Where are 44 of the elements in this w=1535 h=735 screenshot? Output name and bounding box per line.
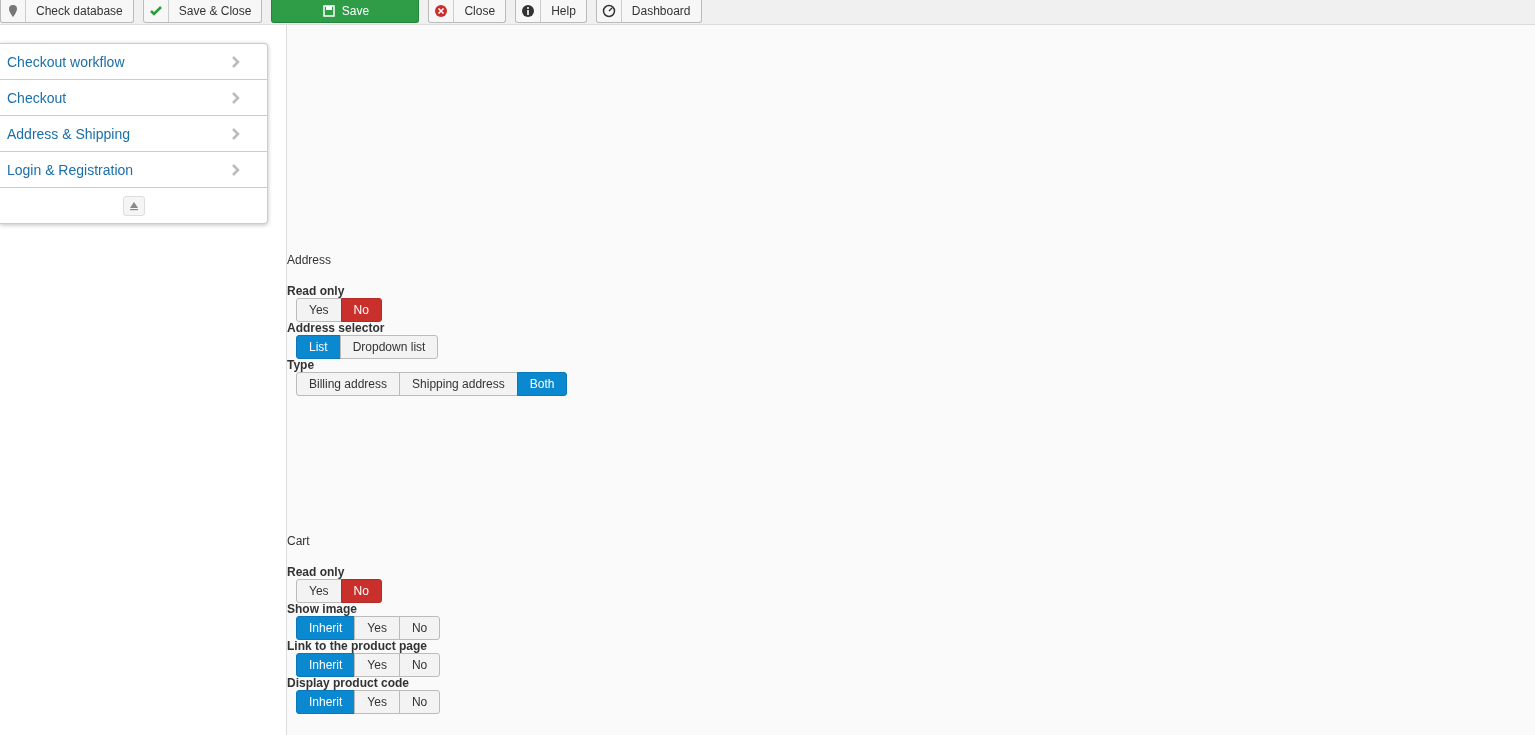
save-icon[interactable]: [321, 4, 336, 18]
field-label: Link to the product page: [287, 640, 428, 653]
option-button[interactable]: Yes: [296, 298, 342, 322]
option-button[interactable]: List: [296, 335, 341, 359]
option-button[interactable]: Both: [516, 372, 568, 396]
option-button[interactable]: Yes: [354, 653, 400, 677]
field-label: Display product code: [287, 677, 411, 690]
field-label: Show image: [287, 603, 358, 616]
collapse-toggle-button[interactable]: [122, 195, 145, 216]
close-icon[interactable]: [434, 4, 449, 18]
option-button[interactable]: No: [398, 653, 441, 677]
option-button[interactable]: Yes: [296, 579, 342, 603]
section-title: Cart: [287, 534, 311, 548]
sidebar-link[interactable]: Checkout: [7, 89, 67, 106]
section-title: Address: [287, 253, 333, 267]
option-button[interactable]: Shipping address: [399, 372, 518, 396]
option-button[interactable]: Yes: [354, 690, 400, 714]
chevron-right-icon[interactable]: [231, 91, 240, 104]
sidebar-link[interactable]: Checkout workflow: [7, 53, 125, 70]
chevron-right-icon[interactable]: [231, 55, 240, 68]
dashboard-icon[interactable]: [601, 4, 616, 18]
toolbar-button[interactable]: Save: [341, 4, 370, 18]
option-button[interactable]: No: [398, 690, 441, 714]
eject-icon[interactable]: [128, 200, 139, 211]
option-button[interactable]: No: [398, 616, 441, 640]
field-label: Read only: [287, 566, 346, 579]
check-icon[interactable]: [148, 4, 163, 18]
field-label: Type: [287, 359, 316, 372]
sidebar-link[interactable]: Address & Shipping: [7, 125, 130, 142]
info-icon[interactable]: [521, 4, 536, 18]
option-button[interactable]: Inherit: [296, 616, 356, 640]
option-button[interactable]: No: [340, 298, 382, 322]
field-label: Read only: [287, 285, 346, 298]
chevron-right-icon[interactable]: [231, 127, 240, 140]
sidebar-link[interactable]: Login & Registration: [7, 161, 134, 178]
option-button[interactable]: Billing address: [296, 372, 401, 396]
option-button[interactable]: Yes: [354, 616, 400, 640]
option-button[interactable]: Dropdown list: [339, 335, 439, 359]
chevron-right-icon[interactable]: [231, 163, 240, 176]
option-button[interactable]: No: [340, 579, 382, 603]
pin-icon[interactable]: [6, 4, 20, 18]
field-label: Address selector: [287, 322, 386, 335]
option-button[interactable]: Inherit: [296, 653, 356, 677]
option-button[interactable]: Inherit: [296, 690, 356, 714]
